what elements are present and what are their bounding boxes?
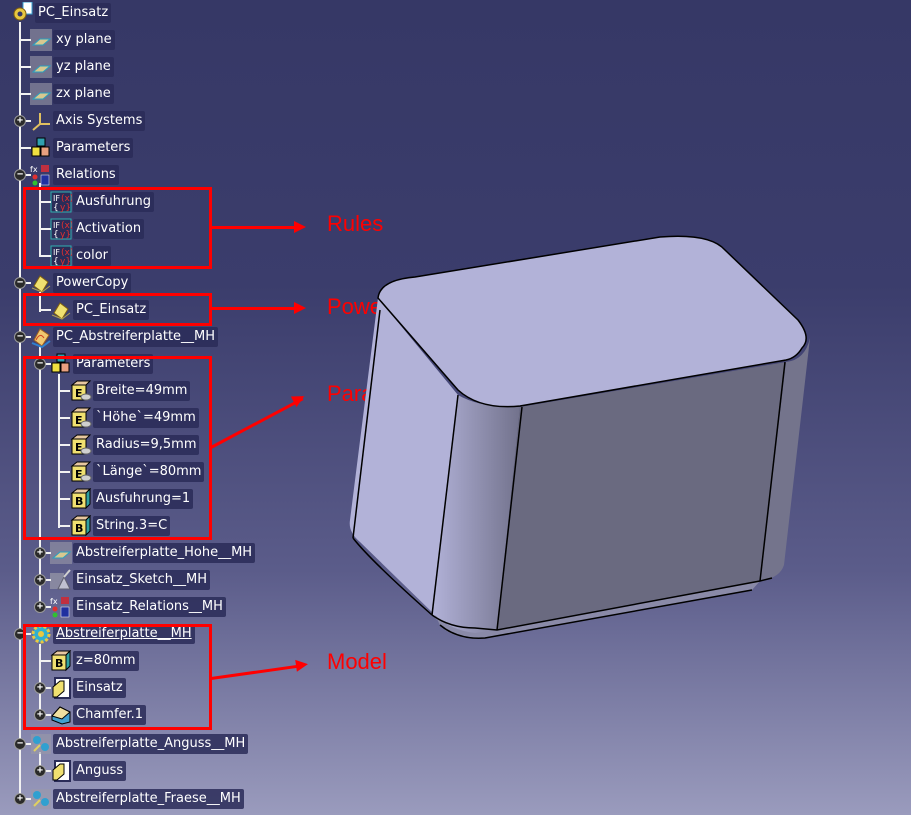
powercopy-icon (30, 272, 52, 294)
tree-item-label: Relations (53, 165, 119, 185)
expand-toggle[interactable]: + (14, 115, 26, 127)
tree-item-label: Abstreiferplatte_Hohe__MH (73, 543, 256, 563)
tree-item[interactable]: Abstreiferplatte_Anguss__MH (30, 733, 249, 755)
tree-item-label: Parameters (53, 138, 134, 158)
tree-item-label: Abstreiferplatte_Fraese__MH (53, 789, 244, 809)
tree-item-label: Anguss (73, 761, 127, 781)
tree-root[interactable]: PC_Einsatz (12, 1, 112, 24)
relations-icon: fx (50, 596, 72, 618)
rules-arrowhead (294, 221, 306, 233)
model-arrowhead (295, 658, 309, 672)
sketch-icon (50, 569, 72, 591)
tree-item[interactable]: Parameters (30, 137, 134, 159)
annotation-model: Model (327, 649, 387, 674)
powercopy-instance-icon (30, 326, 52, 349)
geometric-set-icon (30, 733, 52, 755)
parameters-icon (30, 137, 52, 159)
tree-item[interactable]: fx Einsatz_Relations__MH (50, 596, 226, 618)
3d-model-viewport[interactable] (340, 220, 911, 650)
tree-item-label: Einsatz_Relations__MH (73, 597, 226, 617)
rules-highlight-box (23, 187, 212, 269)
tree-item[interactable]: Einsatz_Sketch__MH (50, 569, 211, 591)
relations-icon: fx (30, 164, 52, 186)
tree-item-label: Axis Systems (53, 111, 146, 131)
tree-item-label: yz plane (53, 57, 114, 77)
tree-item[interactable]: Abstreiferplatte_Fraese__MH (30, 788, 244, 810)
tree-item-label: PC_Einsatz (35, 3, 112, 23)
tree-item-label: xy plane (53, 30, 115, 50)
tree-item[interactable]: Abstreiferplatte_Hohe__MH (50, 542, 256, 564)
tree-connector (19, 147, 31, 149)
collapse-toggle[interactable]: − (14, 169, 26, 181)
collapse-toggle[interactable]: − (14, 277, 26, 289)
part-gear-icon (12, 1, 34, 24)
tree-line (19, 22, 21, 800)
expand-toggle[interactable]: + (34, 547, 46, 559)
collapse-toggle[interactable]: − (14, 331, 26, 343)
expand-toggle[interactable]: + (34, 765, 46, 777)
collapse-toggle[interactable]: − (14, 738, 26, 750)
expand-toggle[interactable]: + (34, 601, 46, 613)
tree-item[interactable]: yz plane (30, 56, 114, 78)
tree-item-label: PowerCopy (53, 273, 132, 293)
axis-system-icon (30, 110, 52, 132)
plane-icon (30, 29, 52, 51)
tree-item[interactable]: zx plane (30, 83, 114, 105)
svg-text:fx: fx (30, 165, 38, 174)
powercopie-arrowhead (294, 302, 306, 314)
tree-connector (19, 66, 31, 68)
powercopy-highlight-box (23, 293, 212, 326)
tree-item-label: Einsatz_Sketch__MH (73, 570, 211, 590)
tree-item[interactable]: Anguss (50, 760, 127, 782)
tree-item-label: PC_Abstreiferplatte__MH (53, 327, 219, 347)
rules-arrow (211, 226, 295, 229)
tree-connector (19, 39, 31, 41)
geometric-set-icon (30, 788, 52, 810)
tree-item[interactable]: PC_Abstreiferplatte__MH (30, 326, 219, 349)
parameters-highlight-box (23, 356, 212, 540)
tree-item[interactable]: Axis Systems (30, 110, 146, 132)
plane-icon (30, 83, 52, 105)
tree-item[interactable]: xy plane (30, 29, 115, 51)
plane-icon (30, 56, 52, 78)
expand-toggle[interactable]: + (34, 574, 46, 586)
plane-icon (50, 542, 72, 564)
tree-item-label: zx plane (53, 84, 114, 104)
tree-item[interactable]: PowerCopy (30, 272, 132, 294)
tree-item[interactable]: fx Relations (30, 164, 119, 186)
powercopie-arrow (211, 307, 295, 310)
svg-text:fx: fx (50, 597, 58, 606)
model-highlight-box (23, 624, 212, 730)
expand-toggle[interactable]: + (14, 793, 26, 805)
pad-icon (50, 760, 72, 782)
tree-connector (19, 93, 31, 95)
tree-item-label: Abstreiferplatte_Anguss__MH (53, 734, 249, 754)
